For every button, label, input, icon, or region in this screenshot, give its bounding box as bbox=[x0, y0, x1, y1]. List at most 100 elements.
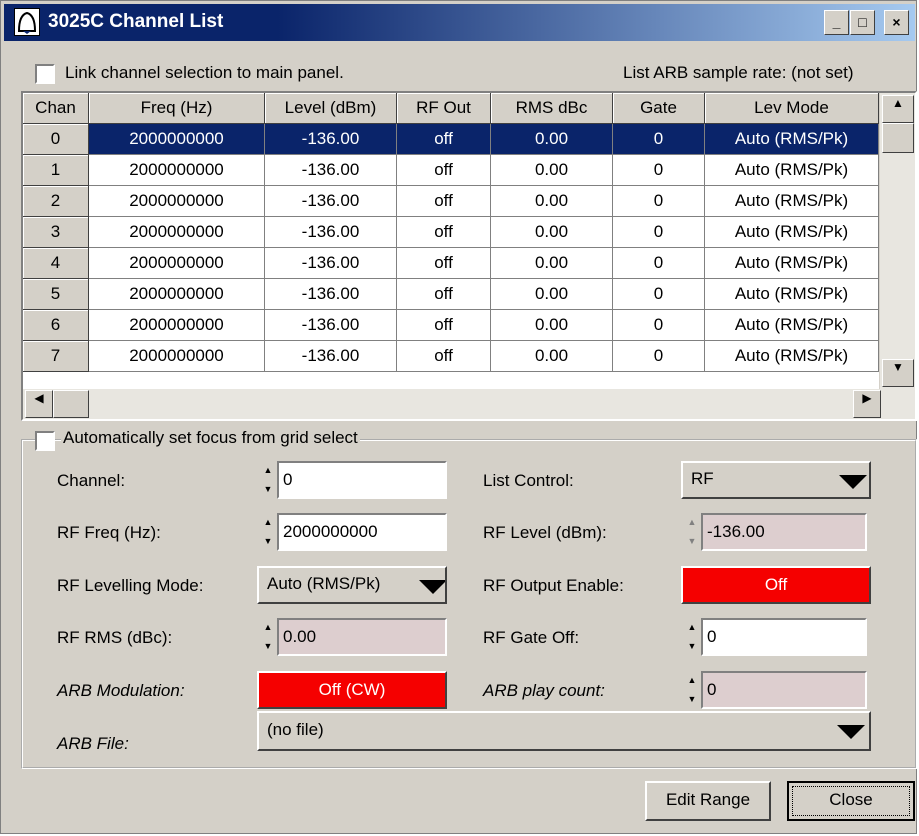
channel-input[interactable]: 0 bbox=[277, 461, 447, 499]
arb-count-spin-icon[interactable]: ▲ ▼ bbox=[683, 671, 701, 709]
auto-focus-checkbox[interactable] bbox=[35, 431, 55, 451]
grid-cell[interactable]: Auto (RMS/Pk) bbox=[705, 124, 879, 155]
scroll-down-icon[interactable]: ▼ bbox=[882, 359, 914, 387]
edit-range-button[interactable]: Edit Range bbox=[645, 781, 771, 821]
grid-cell[interactable]: 0 bbox=[613, 155, 705, 186]
scroll-right-icon[interactable]: ▶ bbox=[853, 390, 881, 418]
grid-cell[interactable]: -136.00 bbox=[265, 124, 397, 155]
scroll-thumb[interactable] bbox=[882, 123, 914, 153]
row-header[interactable]: 5 bbox=[23, 279, 89, 310]
rf-rms-input[interactable]: 0.00 bbox=[277, 618, 447, 656]
list-control-select[interactable]: RF bbox=[681, 461, 871, 499]
rf-rms-spin-icon[interactable]: ▲ ▼ bbox=[259, 618, 277, 656]
grid-cell[interactable]: 0.00 bbox=[491, 248, 613, 279]
arb-sample-rate-label: List ARB sample rate: (not set) bbox=[623, 63, 854, 82]
grid-cell[interactable]: 0.00 bbox=[491, 279, 613, 310]
grid-cell[interactable]: Auto (RMS/Pk) bbox=[705, 279, 879, 310]
grid-cell[interactable]: Auto (RMS/Pk) bbox=[705, 248, 879, 279]
grid-cell[interactable]: Auto (RMS/Pk) bbox=[705, 310, 879, 341]
grid-cell[interactable]: 2000000000 bbox=[89, 279, 265, 310]
grid-cell[interactable]: 0.00 bbox=[491, 124, 613, 155]
grid-cell[interactable]: 0 bbox=[613, 217, 705, 248]
grid-cell[interactable]: 0 bbox=[613, 186, 705, 217]
hscroll-thumb[interactable] bbox=[53, 390, 89, 418]
vertical-scrollbar[interactable]: ▲ ▼ bbox=[879, 93, 915, 389]
grid-cell[interactable]: off bbox=[397, 186, 491, 217]
arb-file-select[interactable]: (no file) bbox=[257, 711, 871, 751]
grid-cell[interactable]: -136.00 bbox=[265, 248, 397, 279]
grid-cell[interactable]: -136.00 bbox=[265, 310, 397, 341]
rf-output-button[interactable]: Off bbox=[681, 566, 871, 604]
grid-header-chan[interactable]: Chan bbox=[23, 93, 89, 124]
row-header[interactable]: 3 bbox=[23, 217, 89, 248]
grid-cell[interactable]: 0.00 bbox=[491, 341, 613, 372]
row-header[interactable]: 2 bbox=[23, 186, 89, 217]
row-header[interactable]: 6 bbox=[23, 310, 89, 341]
grid-cell[interactable]: 2000000000 bbox=[89, 248, 265, 279]
grid-header-rms-dbc[interactable]: RMS dBc bbox=[491, 93, 613, 124]
arb-mod-button[interactable]: Off (CW) bbox=[257, 671, 447, 709]
maximize-icon[interactable]: □ bbox=[850, 10, 875, 35]
grid-cell[interactable]: off bbox=[397, 341, 491, 372]
grid-cell[interactable]: Auto (RMS/Pk) bbox=[705, 217, 879, 248]
grid-cell[interactable]: 0.00 bbox=[491, 217, 613, 248]
grid-header-rf-out[interactable]: RF Out bbox=[397, 93, 491, 124]
grid-cell[interactable]: off bbox=[397, 248, 491, 279]
grid-cell[interactable]: off bbox=[397, 310, 491, 341]
grid-cell[interactable]: 0 bbox=[613, 279, 705, 310]
arb-count-input[interactable]: 0 bbox=[701, 671, 867, 709]
lev-mode-select[interactable]: Auto (RMS/Pk) bbox=[257, 566, 447, 604]
grid-cell[interactable]: 2000000000 bbox=[89, 310, 265, 341]
channel-grid[interactable]: Chan Freq (Hz) Level (dBm) RF Out RMS dBc Gat… bbox=[21, 91, 917, 421]
grid-cell[interactable]: 2000000000 bbox=[89, 186, 265, 217]
grid-header-gate[interactable]: Gate bbox=[613, 93, 705, 124]
close-button[interactable]: Close bbox=[787, 781, 915, 821]
grid-cell[interactable]: -136.00 bbox=[265, 217, 397, 248]
grid-cell[interactable]: 2000000000 bbox=[89, 217, 265, 248]
grid-cell[interactable]: -136.00 bbox=[265, 279, 397, 310]
minimize-icon[interactable]: _ bbox=[824, 10, 849, 35]
title-bar[interactable]: 3025C Channel List _ □ × bbox=[4, 4, 915, 41]
grid-cell[interactable]: -136.00 bbox=[265, 155, 397, 186]
channel-list-window: 3025C Channel List _ □ × Link channel se… bbox=[0, 0, 917, 834]
horizontal-scrollbar[interactable]: ◀ ▶ bbox=[23, 389, 915, 419]
grid-cell[interactable]: 0 bbox=[613, 248, 705, 279]
grid-cell[interactable]: off bbox=[397, 217, 491, 248]
rf-level-spin-icon[interactable]: ▲ ▼ bbox=[683, 513, 701, 551]
grid-cell[interactable]: Auto (RMS/Pk) bbox=[705, 186, 879, 217]
scroll-up-icon[interactable]: ▲ bbox=[882, 95, 914, 123]
grid-cell[interactable]: 0 bbox=[613, 124, 705, 155]
grid-header-lev-mode[interactable]: Lev Mode bbox=[705, 93, 879, 124]
grid-cell[interactable]: Auto (RMS/Pk) bbox=[705, 155, 879, 186]
grid-cell[interactable]: 2000000000 bbox=[89, 341, 265, 372]
rf-level-input[interactable]: -136.00 bbox=[701, 513, 867, 551]
row-header[interactable]: 1 bbox=[23, 155, 89, 186]
grid-cell[interactable]: 2000000000 bbox=[89, 124, 265, 155]
close-icon[interactable]: × bbox=[884, 10, 909, 35]
grid-cell[interactable]: 0 bbox=[613, 310, 705, 341]
grid-cell[interactable]: 0 bbox=[613, 341, 705, 372]
channel-spin-icon[interactable]: ▲ ▼ bbox=[259, 461, 277, 499]
gate-off-input[interactable]: 0 bbox=[701, 618, 867, 656]
grid-cell[interactable]: 2000000000 bbox=[89, 155, 265, 186]
link-channel-checkbox[interactable] bbox=[35, 64, 55, 84]
grid-cell[interactable]: off bbox=[397, 124, 491, 155]
rf-freq-spin-icon[interactable]: ▲ ▼ bbox=[259, 513, 277, 551]
rf-freq-input[interactable]: 2000000000 bbox=[277, 513, 447, 551]
row-header[interactable]: 4 bbox=[23, 248, 89, 279]
gate-off-label: RF Gate Off: bbox=[483, 628, 580, 647]
grid-header-level-dbm[interactable]: Level (dBm) bbox=[265, 93, 397, 124]
grid-cell[interactable]: off bbox=[397, 155, 491, 186]
row-header[interactable]: 7 bbox=[23, 341, 89, 372]
grid-cell[interactable]: 0.00 bbox=[491, 155, 613, 186]
grid-cell[interactable]: Auto (RMS/Pk) bbox=[705, 341, 879, 372]
grid-cell[interactable]: off bbox=[397, 279, 491, 310]
grid-cell[interactable]: -136.00 bbox=[265, 341, 397, 372]
grid-cell[interactable]: 0.00 bbox=[491, 310, 613, 341]
scroll-left-icon[interactable]: ◀ bbox=[25, 390, 53, 418]
grid-cell[interactable]: -136.00 bbox=[265, 186, 397, 217]
row-header[interactable]: 0 bbox=[23, 124, 89, 155]
grid-cell[interactable]: 0.00 bbox=[491, 186, 613, 217]
grid-header-freq-hz[interactable]: Freq (Hz) bbox=[89, 93, 265, 124]
gate-off-spin-icon[interactable]: ▲ ▼ bbox=[683, 618, 701, 656]
